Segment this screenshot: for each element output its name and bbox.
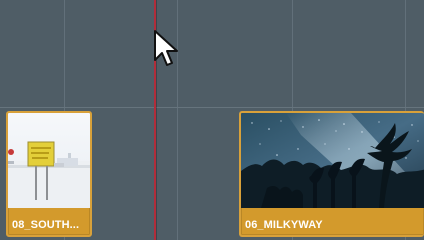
timeline-clip-milkyway[interactable]: 06_MILKYWAY bbox=[239, 111, 424, 237]
clip-label: 08_SOUTH... bbox=[12, 219, 80, 231]
clip-thumbnail-south bbox=[8, 113, 90, 208]
mouse-pointer-icon bbox=[153, 29, 179, 67]
track-divider bbox=[0, 107, 424, 108]
clip-thumbnail-milkyway bbox=[241, 113, 424, 208]
clip-label: 06_MILKYWAY bbox=[245, 219, 323, 231]
timeline-panel[interactable]: 08_SOUTH... 06_MILKYWAY bbox=[0, 0, 424, 240]
timeline-clip-south[interactable]: 08_SOUTH... bbox=[6, 111, 92, 237]
